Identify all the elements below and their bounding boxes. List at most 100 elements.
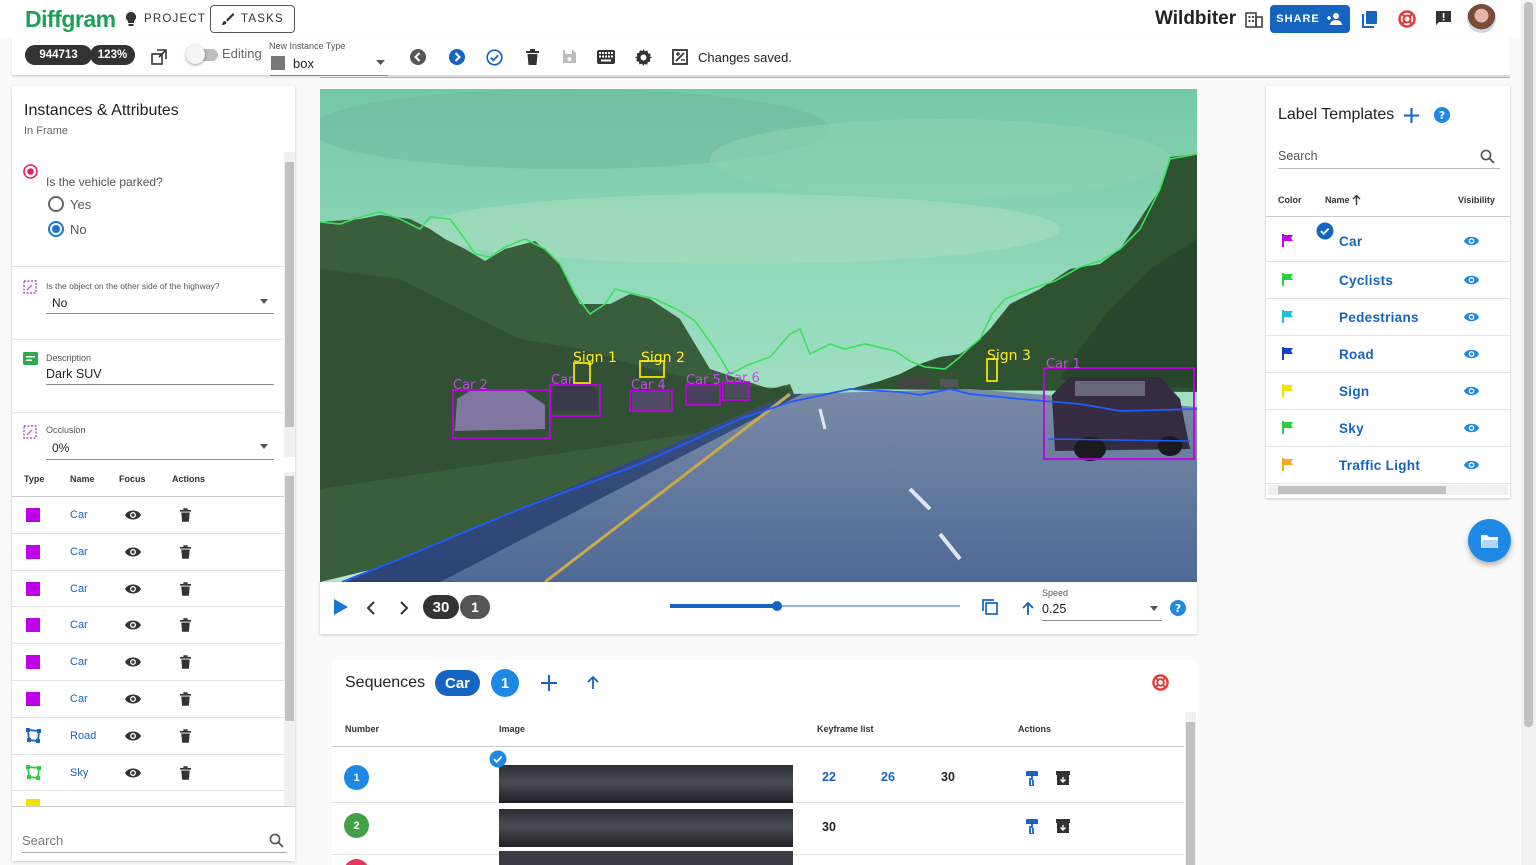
label-template-name[interactable]: Sign [1339, 384, 1369, 399]
instance-name[interactable]: Car [70, 583, 88, 595]
sequences-scrollbar[interactable] [1185, 712, 1196, 865]
delete-icon[interactable] [180, 545, 191, 559]
folder-fab-button[interactable] [1468, 519, 1511, 562]
instance-row[interactable]: Sky [12, 755, 284, 792]
sequence-thumbnail[interactable] [499, 809, 793, 847]
instances-scroll-thumb[interactable] [285, 476, 294, 721]
play-icon[interactable] [334, 599, 348, 615]
eye-icon[interactable] [124, 730, 142, 742]
eye-icon[interactable] [124, 619, 142, 631]
paint-roller-icon[interactable] [1026, 819, 1039, 834]
label-template-row[interactable]: Sky [1266, 410, 1510, 447]
arrow-up-icon[interactable] [1022, 601, 1034, 615]
instance-name[interactable]: Car [70, 656, 88, 668]
occlusion-select[interactable]: 0% [52, 441, 69, 455]
instance-name[interactable]: Car [70, 509, 88, 521]
diffgram-logo[interactable]: Diffgram [25, 6, 116, 33]
sequence-label-chip[interactable]: Car [435, 670, 480, 696]
timeline-slider[interactable] [670, 601, 960, 611]
instance-name[interactable]: Car [70, 693, 88, 705]
delete-icon[interactable] [180, 618, 191, 633]
help-icon[interactable]: ? [1170, 600, 1186, 616]
instance-search-input[interactable]: Search [22, 833, 63, 848]
chevron-down-icon[interactable] [260, 444, 268, 449]
keyframe-link[interactable]: 26 [881, 770, 895, 784]
label-template-name[interactable]: Traffic Light [1339, 458, 1420, 473]
next-frame-icon[interactable] [400, 601, 409, 615]
radio-yes[interactable] [48, 196, 64, 212]
radio-no[interactable] [48, 221, 64, 237]
eye-icon[interactable] [124, 546, 142, 558]
chevron-down-icon[interactable] [376, 60, 385, 66]
page-scrollbar[interactable] [1521, 0, 1536, 865]
keyboard-icon[interactable] [597, 50, 615, 64]
help-icon[interactable]: ? [1434, 107, 1450, 123]
add-label-icon[interactable] [1403, 107, 1420, 124]
previous-file-icon[interactable] [410, 49, 426, 65]
instances-scrollbar[interactable] [284, 472, 295, 806]
sequence-number-badge[interactable]: 1 [344, 765, 369, 790]
archive-icon[interactable] [1056, 819, 1070, 833]
visibility-eye-icon[interactable] [1463, 235, 1480, 247]
label-template-name[interactable]: Sky [1339, 421, 1364, 436]
building-icon[interactable] [1245, 10, 1263, 28]
project-button[interactable]: PROJECT [124, 9, 206, 29]
change-history-icon[interactable] [672, 49, 688, 65]
instance-row[interactable]: Car [12, 607, 284, 645]
label-template-name[interactable]: Pedestrians [1339, 310, 1419, 325]
eye-icon[interactable] [124, 693, 142, 705]
share-button[interactable]: SHARE [1270, 5, 1350, 33]
visibility-eye-icon[interactable] [1463, 459, 1480, 471]
speed-select[interactable]: 0.25 [1042, 602, 1066, 616]
sort-arrow-up-icon[interactable] [1352, 195, 1361, 205]
highway-select[interactable]: No [52, 296, 67, 310]
label-template-name[interactable]: Cyclists [1339, 273, 1393, 288]
visibility-eye-icon[interactable] [1463, 348, 1480, 360]
visibility-eye-icon[interactable] [1463, 422, 1480, 434]
label-template-row[interactable]: Car [1266, 217, 1510, 262]
col-name[interactable]: Name [1325, 195, 1350, 205]
instance-row[interactable]: Car [12, 534, 284, 571]
instance-row[interactable]: Car [12, 681, 284, 718]
scene-image[interactable]: Sign 1 Sign 2 Sign 3 Car 2 Car Car 4 Car… [320, 89, 1197, 582]
sequence-row[interactable]: 1 22 26 30 [332, 747, 1184, 803]
delete-icon[interactable] [180, 729, 191, 743]
label-template-name[interactable]: Road [1339, 347, 1374, 362]
label-template-row[interactable]: Traffic Light [1266, 447, 1510, 484]
settings-gear-icon[interactable] [635, 49, 652, 66]
complete-check-icon[interactable] [486, 49, 503, 66]
search-icon[interactable] [269, 833, 284, 848]
instance-name[interactable]: Car [70, 546, 88, 558]
chevron-down-icon[interactable] [1150, 606, 1158, 611]
instance-row[interactable]: Road [12, 718, 284, 755]
next-file-icon[interactable] [449, 49, 465, 65]
annotation-canvas[interactable]: Sign 1 Sign 2 Sign 3 Car 2 Car Car 4 Car… [320, 89, 1197, 582]
delete-icon[interactable] [180, 581, 191, 596]
feedback-icon[interactable] [1435, 10, 1452, 27]
arrow-up-icon[interactable] [587, 675, 599, 689]
instance-type-select[interactable]: box [293, 56, 314, 71]
instance-name[interactable]: Car [70, 619, 88, 631]
sequence-thumbnail[interactable] [499, 851, 793, 865]
eye-icon[interactable] [124, 509, 142, 521]
editing-toggle-knob[interactable] [186, 45, 205, 64]
label-template-row[interactable]: Road [1266, 336, 1510, 373]
labels-hscrollbar[interactable] [1268, 485, 1508, 495]
zoom-fit-icon[interactable] [151, 49, 167, 65]
label-template-row[interactable]: Pedestrians [1266, 299, 1510, 336]
attributes-scrollbar[interactable] [284, 152, 295, 457]
instance-row[interactable]: Car [12, 644, 284, 681]
copy-frames-icon[interactable] [982, 599, 998, 615]
delete-icon[interactable] [526, 49, 539, 65]
visibility-eye-icon[interactable] [1463, 274, 1480, 286]
eye-icon[interactable] [124, 767, 142, 779]
add-sequence-icon[interactable] [540, 674, 558, 692]
keyframe-link[interactable]: 30 [822, 820, 836, 834]
label-template-name[interactable]: Car [1339, 234, 1362, 249]
page-scroll-thumb[interactable] [1524, 2, 1533, 727]
instance-name[interactable]: Sky [70, 767, 88, 779]
archive-icon[interactable] [1056, 771, 1070, 785]
lifebuoy-icon[interactable] [1152, 674, 1169, 691]
label-template-row[interactable]: Sign [1266, 373, 1510, 410]
visibility-eye-icon[interactable] [1463, 311, 1480, 323]
